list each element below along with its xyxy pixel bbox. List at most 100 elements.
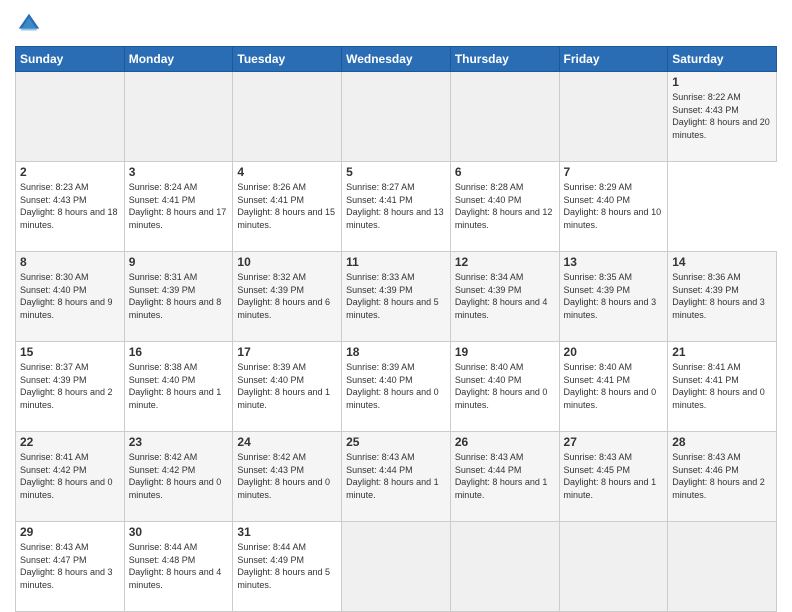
day-info: Sunrise: 8:42 AMSunset: 4:42 PMDaylight:… <box>129 452 222 500</box>
calendar-table: SundayMondayTuesdayWednesdayThursdayFrid… <box>15 46 777 612</box>
day-number: 31 <box>237 525 337 539</box>
calendar-empty-cell <box>450 522 559 612</box>
day-info: Sunrise: 8:37 AMSunset: 4:39 PMDaylight:… <box>20 362 113 410</box>
day-number: 5 <box>346 165 446 179</box>
day-info: Sunrise: 8:31 AMSunset: 4:39 PMDaylight:… <box>129 272 222 320</box>
day-number: 8 <box>20 255 120 269</box>
calendar-header-saturday: Saturday <box>668 47 777 72</box>
calendar-day-cell: 28Sunrise: 8:43 AMSunset: 4:46 PMDayligh… <box>668 432 777 522</box>
day-number: 24 <box>237 435 337 449</box>
calendar-day-cell: 1 Sunrise: 8:22 AMSunset: 4:43 PMDaylight… <box>668 72 777 162</box>
day-info: Sunrise: 8:43 AMSunset: 4:47 PMDaylight:… <box>20 542 113 590</box>
day-info: Sunrise: 8:39 AMSunset: 4:40 PMDaylight:… <box>346 362 439 410</box>
day-info: Sunrise: 8:44 AMSunset: 4:48 PMDaylight:… <box>129 542 222 590</box>
day-number: 18 <box>346 345 446 359</box>
day-number: 22 <box>20 435 120 449</box>
calendar-empty-cell <box>450 72 559 162</box>
calendar-day-cell: 27Sunrise: 8:43 AMSunset: 4:45 PMDayligh… <box>559 432 668 522</box>
calendar-day-cell: 25 Sunrise: 8:43 AMSunset: 4:44 PMDayligh… <box>342 432 451 522</box>
day-number: 10 <box>237 255 337 269</box>
day-number: 14 <box>672 255 772 269</box>
calendar-day-cell: 10 Sunrise: 8:32 AMSunset: 4:39 PMDayligh… <box>233 252 342 342</box>
calendar-empty-cell <box>559 72 668 162</box>
day-info: Sunrise: 8:41 AMSunset: 4:42 PMDaylight:… <box>20 452 113 500</box>
day-info: Sunrise: 8:43 AMSunset: 4:44 PMDaylight:… <box>346 452 439 500</box>
day-number: 19 <box>455 345 555 359</box>
calendar-day-cell: 31 Sunrise: 8:44 AMSunset: 4:49 PMDayligh… <box>233 522 342 612</box>
calendar-empty-cell <box>559 522 668 612</box>
day-info: Sunrise: 8:22 AMSunset: 4:43 PMDaylight:… <box>672 92 770 140</box>
calendar-day-cell: 24 Sunrise: 8:42 AMSunset: 4:43 PMDayligh… <box>233 432 342 522</box>
day-info: Sunrise: 8:33 AMSunset: 4:39 PMDaylight:… <box>346 272 439 320</box>
calendar-day-cell: 11 Sunrise: 8:33 AMSunset: 4:39 PMDayligh… <box>342 252 451 342</box>
calendar-week-row: 15 Sunrise: 8:37 AMSunset: 4:39 PMDayligh… <box>16 342 777 432</box>
day-number: 25 <box>346 435 446 449</box>
day-number: 1 <box>672 75 772 89</box>
calendar-day-cell: 4 Sunrise: 8:26 AMSunset: 4:41 PMDaylight… <box>233 162 342 252</box>
calendar-day-cell: 16Sunrise: 8:38 AMSunset: 4:40 PMDayligh… <box>124 342 233 432</box>
day-info: Sunrise: 8:40 AMSunset: 4:40 PMDaylight:… <box>455 362 548 410</box>
calendar-day-cell: 3 Sunrise: 8:24 AMSunset: 4:41 PMDaylight… <box>124 162 233 252</box>
calendar-week-row: 8Sunrise: 8:30 AMSunset: 4:40 PMDaylight… <box>16 252 777 342</box>
day-info: Sunrise: 8:26 AMSunset: 4:41 PMDaylight:… <box>237 182 335 230</box>
day-number: 2 <box>20 165 120 179</box>
day-info: Sunrise: 8:36 AMSunset: 4:39 PMDaylight:… <box>672 272 765 320</box>
day-number: 20 <box>564 345 664 359</box>
calendar-header-wednesday: Wednesday <box>342 47 451 72</box>
calendar-empty-cell <box>124 72 233 162</box>
day-number: 26 <box>455 435 555 449</box>
day-number: 23 <box>129 435 229 449</box>
calendar-header-thursday: Thursday <box>450 47 559 72</box>
day-number: 6 <box>455 165 555 179</box>
day-number: 17 <box>237 345 337 359</box>
day-info: Sunrise: 8:43 AMSunset: 4:44 PMDaylight:… <box>455 452 548 500</box>
day-info: Sunrise: 8:32 AMSunset: 4:39 PMDaylight:… <box>237 272 330 320</box>
calendar-week-row: 2 Sunrise: 8:23 AMSunset: 4:43 PMDaylight… <box>16 162 777 252</box>
day-number: 30 <box>129 525 229 539</box>
calendar-day-cell: 21Sunrise: 8:41 AMSunset: 4:41 PMDayligh… <box>668 342 777 432</box>
day-number: 21 <box>672 345 772 359</box>
calendar-day-cell: 23 Sunrise: 8:42 AMSunset: 4:42 PMDayligh… <box>124 432 233 522</box>
calendar-day-cell: 29Sunrise: 8:43 AMSunset: 4:47 PMDayligh… <box>16 522 125 612</box>
calendar-week-row: 22 Sunrise: 8:41 AMSunset: 4:42 PMDayligh… <box>16 432 777 522</box>
day-info: Sunrise: 8:38 AMSunset: 4:40 PMDaylight:… <box>129 362 222 410</box>
day-number: 13 <box>564 255 664 269</box>
day-number: 3 <box>129 165 229 179</box>
calendar-header-monday: Monday <box>124 47 233 72</box>
calendar-day-cell: 6Sunrise: 8:28 AMSunset: 4:40 PMDaylight… <box>450 162 559 252</box>
calendar-header-sunday: Sunday <box>16 47 125 72</box>
calendar-empty-cell <box>668 522 777 612</box>
calendar-day-cell: 26 Sunrise: 8:43 AMSunset: 4:44 PMDayligh… <box>450 432 559 522</box>
calendar-day-cell: 15 Sunrise: 8:37 AMSunset: 4:39 PMDayligh… <box>16 342 125 432</box>
calendar-week-row: 1 Sunrise: 8:22 AMSunset: 4:43 PMDaylight… <box>16 72 777 162</box>
calendar-day-cell: 20 Sunrise: 8:40 AMSunset: 4:41 PMDayligh… <box>559 342 668 432</box>
day-number: 4 <box>237 165 337 179</box>
calendar-day-cell: 19 Sunrise: 8:40 AMSunset: 4:40 PMDayligh… <box>450 342 559 432</box>
logo <box>15 10 47 38</box>
calendar-header-friday: Friday <box>559 47 668 72</box>
calendar-empty-cell <box>342 72 451 162</box>
header <box>15 10 777 38</box>
calendar-day-cell: 8Sunrise: 8:30 AMSunset: 4:40 PMDaylight… <box>16 252 125 342</box>
day-info: Sunrise: 8:23 AMSunset: 4:43 PMDaylight:… <box>20 182 118 230</box>
day-info: Sunrise: 8:44 AMSunset: 4:49 PMDaylight:… <box>237 542 330 590</box>
calendar-day-cell: 14 Sunrise: 8:36 AMSunset: 4:39 PMDayligh… <box>668 252 777 342</box>
day-info: Sunrise: 8:34 AMSunset: 4:39 PMDaylight:… <box>455 272 548 320</box>
calendar-day-cell: 17 Sunrise: 8:39 AMSunset: 4:40 PMDayligh… <box>233 342 342 432</box>
day-info: Sunrise: 8:27 AMSunset: 4:41 PMDaylight:… <box>346 182 444 230</box>
day-number: 12 <box>455 255 555 269</box>
day-info: Sunrise: 8:24 AMSunset: 4:41 PMDaylight:… <box>129 182 227 230</box>
calendar-empty-cell <box>342 522 451 612</box>
page: SundayMondayTuesdayWednesdayThursdayFrid… <box>0 0 792 612</box>
day-info: Sunrise: 8:42 AMSunset: 4:43 PMDaylight:… <box>237 452 330 500</box>
day-info: Sunrise: 8:35 AMSunset: 4:39 PMDaylight:… <box>564 272 657 320</box>
calendar-header-row: SundayMondayTuesdayWednesdayThursdayFrid… <box>16 47 777 72</box>
day-info: Sunrise: 8:39 AMSunset: 4:40 PMDaylight:… <box>237 362 330 410</box>
day-info: Sunrise: 8:40 AMSunset: 4:41 PMDaylight:… <box>564 362 657 410</box>
logo-icon <box>15 10 43 38</box>
calendar-empty-cell <box>233 72 342 162</box>
calendar-day-cell: 9Sunrise: 8:31 AMSunset: 4:39 PMDaylight… <box>124 252 233 342</box>
day-number: 15 <box>20 345 120 359</box>
day-number: 11 <box>346 255 446 269</box>
day-number: 7 <box>564 165 664 179</box>
